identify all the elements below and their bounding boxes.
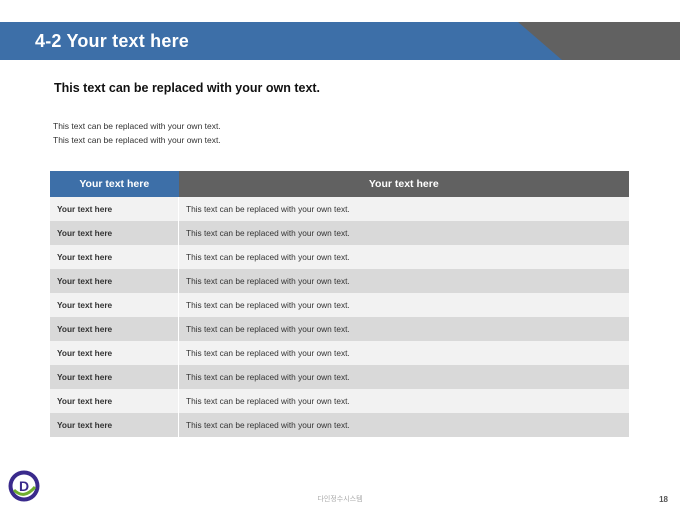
table-cell-text: This text can be replaced with your own … xyxy=(178,245,629,269)
table-cell-text: This text can be replaced with your own … xyxy=(178,269,629,293)
content-table: Your text here Your text here Your text … xyxy=(50,171,629,437)
table-row: Your text here This text can be replaced… xyxy=(50,293,629,317)
page-number: 18 xyxy=(659,495,668,504)
table-cell-label: Your text here xyxy=(50,197,179,221)
table-cell-label: Your text here xyxy=(50,293,179,317)
table-cell-text: This text can be replaced with your own … xyxy=(178,365,629,389)
table-cell-text: This text can be replaced with your own … xyxy=(178,341,629,365)
table-header-row: Your text here Your text here xyxy=(50,171,629,197)
body-line: This text can be replaced with your own … xyxy=(53,121,221,131)
table-row: Your text here This text can be replaced… xyxy=(50,245,629,269)
table-header-cell: Your text here xyxy=(178,171,629,197)
table-cell-text: This text can be replaced with your own … xyxy=(178,293,629,317)
logo-letter: D xyxy=(19,478,29,494)
table-row: Your text here This text can be replaced… xyxy=(50,413,629,437)
slide-title: 4-2 Your text here xyxy=(35,31,189,51)
table-cell-text: This text can be replaced with your own … xyxy=(178,317,629,341)
table-cell-text: This text can be replaced with your own … xyxy=(178,413,629,437)
table-cell-label: Your text here xyxy=(50,365,179,389)
table-header-cell: Your text here xyxy=(50,171,179,197)
table-row: Your text here This text can be replaced… xyxy=(50,365,629,389)
table-row: Your text here This text can be replaced… xyxy=(50,269,629,293)
table-cell-label: Your text here xyxy=(50,317,179,341)
body-text: This text can be replaced with your own … xyxy=(53,119,221,147)
table-cell-text: This text can be replaced with your own … xyxy=(178,197,629,221)
table-cell-label: Your text here xyxy=(50,413,179,437)
table-row: Your text here This text can be replaced… xyxy=(50,221,629,245)
body-line: This text can be replaced with your own … xyxy=(53,135,221,145)
table-cell-text: This text can be replaced with your own … xyxy=(178,389,629,413)
slide-subtitle: This text can be replaced with your own … xyxy=(54,81,321,95)
table-row: Your text here This text can be replaced… xyxy=(50,341,629,365)
table-cell-label: Your text here xyxy=(50,245,179,269)
table-row: Your text here This text can be replaced… xyxy=(50,197,629,221)
table-row: Your text here This text can be replaced… xyxy=(50,389,629,413)
table-cell-text: This text can be replaced with your own … xyxy=(178,221,629,245)
table-cell-label: Your text here xyxy=(50,269,179,293)
table-row: Your text here This text can be replaced… xyxy=(50,317,629,341)
table-cell-label: Your text here xyxy=(50,221,179,245)
table-cell-label: Your text here xyxy=(50,341,179,365)
table-cell-label: Your text here xyxy=(50,389,179,413)
footer-company-name: 다인정수시스템 xyxy=(317,496,363,503)
